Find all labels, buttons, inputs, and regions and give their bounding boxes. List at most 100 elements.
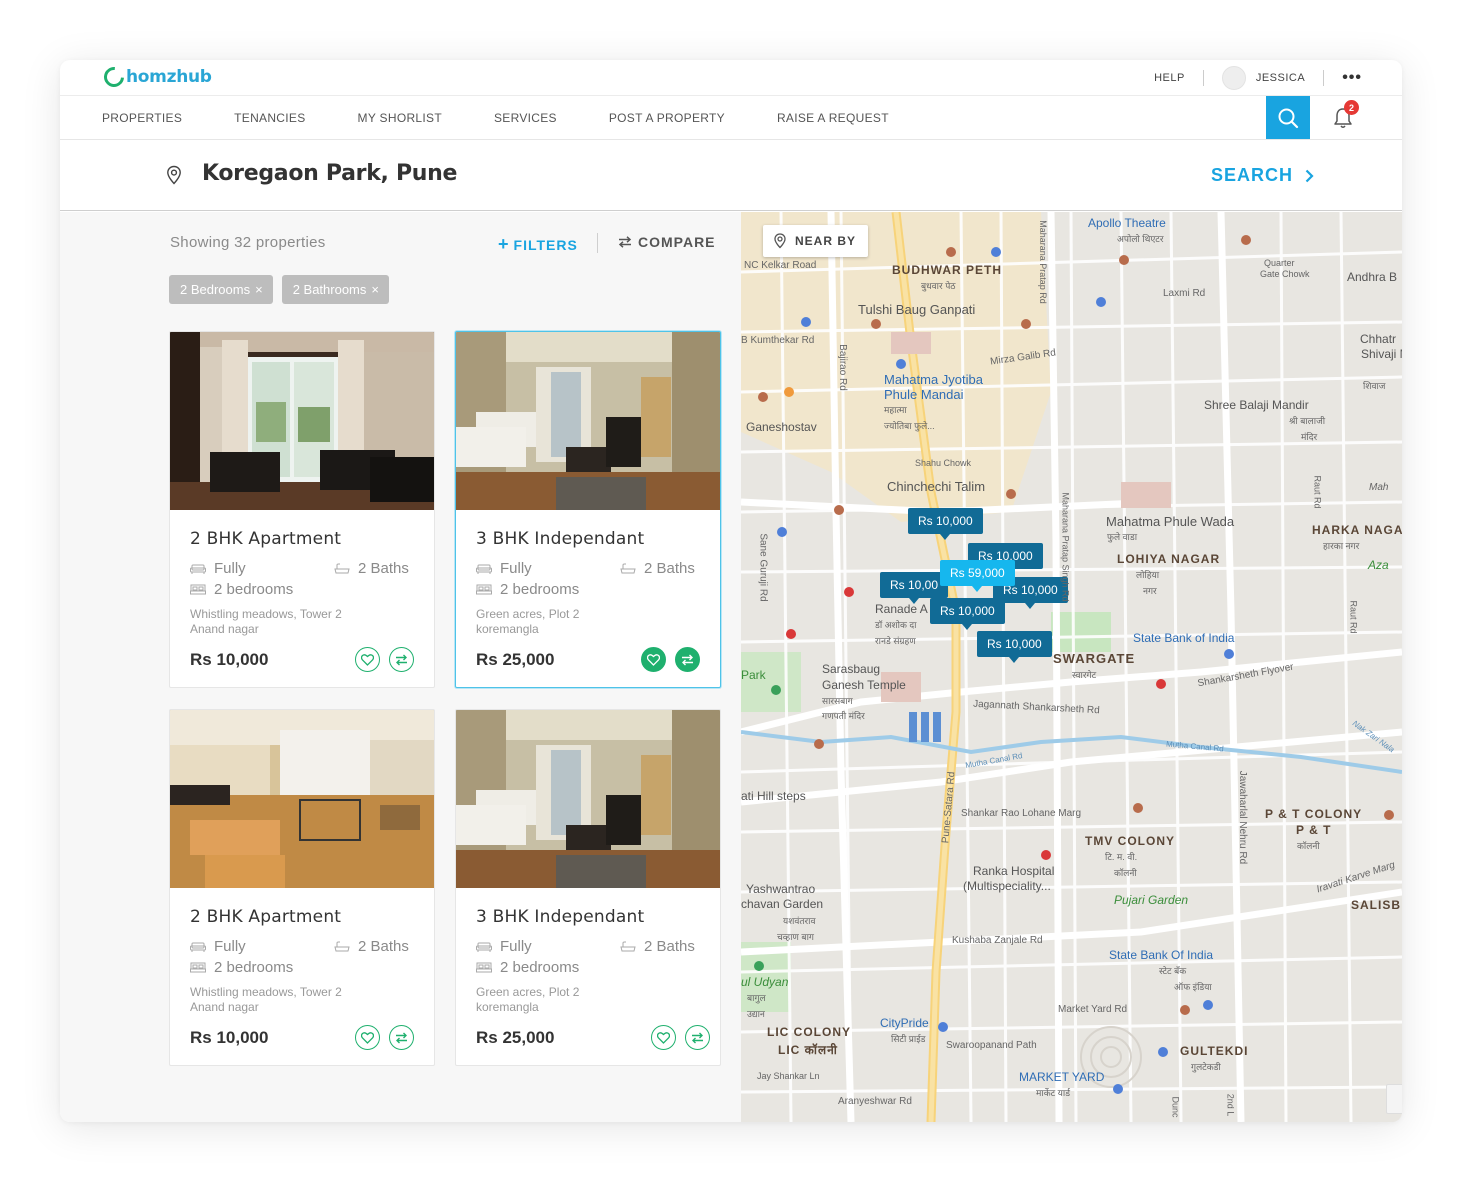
map-label: चव्हाण बाग [777, 932, 814, 942]
map-label: Apollo Theatre [1088, 216, 1166, 230]
map-label: Shankar Rao Lohane Marg [961, 808, 1082, 819]
filters-label: FILTERS [513, 237, 578, 253]
baths-label: 2 Baths [358, 560, 409, 577]
property-photo [456, 710, 720, 888]
nearby-label: NEAR BY [795, 234, 857, 248]
location-bar: Koregaon Park, Pune SEARCH [60, 140, 1402, 211]
property-price: Rs 10,000 [190, 1028, 269, 1047]
map-view[interactable]: NEAR BY Rs 10,000 Rs 10,000 Rs 10,00 Rs … [741, 212, 1402, 1122]
property-price: Rs 10,000 [190, 650, 269, 669]
map-label: अपोलो थिएटर [1117, 234, 1164, 244]
compare-button[interactable]: COMPARE [618, 234, 716, 250]
search-location-button[interactable]: SEARCH [1211, 165, 1314, 186]
map-label: यशवंतराव [783, 916, 816, 926]
map-label: Sarasbaug [822, 662, 881, 676]
heart-icon [647, 653, 660, 666]
property-list-panel: Showing 32 properties + FILTERS COMPARE 2… [60, 212, 741, 1122]
user-name[interactable]: JESSICA [1256, 72, 1305, 84]
price-marker-active[interactable]: Rs 59,000 [940, 560, 1015, 592]
nav-item-raise-request[interactable]: RAISE A REQUEST [777, 111, 889, 125]
shortlist-button[interactable] [641, 647, 666, 672]
map-label: टि. म. वी. [1105, 852, 1138, 862]
map-label: Ganesh Temple [822, 678, 906, 692]
nav-item-tenancies[interactable]: TENANCIES [234, 111, 305, 125]
avatar[interactable] [1221, 66, 1246, 90]
shortlist-button[interactable] [355, 647, 380, 672]
map-label: मार्केट यार्ड [1036, 1088, 1071, 1098]
property-card[interactable]: 2 BHK Apartment Fully 2 Baths 2 bedrooms… [169, 709, 435, 1066]
map-label: महात्मा [884, 405, 907, 415]
chip-label: 2 Bedrooms [180, 282, 251, 297]
map-label: ज्योतिबा फुले... [884, 421, 935, 431]
brand-name: homzhub [126, 67, 212, 87]
bedrooms-label: 2 bedrooms [500, 581, 580, 598]
help-link[interactable]: HELP [1154, 72, 1185, 84]
bed-icon [476, 962, 492, 972]
remove-chip-icon[interactable]: × [255, 282, 263, 297]
map-label: LIC कॉलनी [778, 1043, 838, 1057]
address-line: koremangla [476, 1000, 539, 1014]
brand-logo[interactable]: homzhub [99, 62, 212, 92]
map-label: Phule Mandai [884, 387, 964, 402]
map-label: P & T [1296, 823, 1332, 837]
price-marker[interactable]: Rs 10,00 [880, 572, 949, 604]
nearby-button[interactable]: NEAR BY [763, 225, 869, 257]
compare-icon [618, 236, 632, 248]
baths: 2 Baths [334, 560, 409, 577]
filters-button[interactable]: + FILTERS [498, 234, 578, 255]
map-label: कॉलनी [1114, 868, 1137, 878]
bed-icon [190, 962, 206, 972]
search-button[interactable] [1266, 96, 1310, 139]
search-label: SEARCH [1211, 165, 1294, 185]
property-card[interactable]: 2 BHK Apartment Fully 2 Baths 2 bedrooms… [169, 331, 435, 688]
address-line: Green acres, Plot 2 [476, 985, 580, 999]
compare-toggle-button[interactable] [685, 1025, 710, 1050]
bathtub-icon [334, 563, 350, 573]
address-line: Green acres, Plot 2 [476, 607, 580, 621]
filter-chip-bathrooms[interactable]: 2 Bathrooms × [281, 275, 389, 304]
filter-chip-bedrooms[interactable]: 2 Bedrooms × [169, 275, 273, 304]
price-marker[interactable]: Rs 10,000 [977, 631, 1052, 663]
property-card[interactable]: 3 BHK Independant Fully 2 Baths 2 bedroo… [455, 709, 721, 1066]
compare-toggle-button[interactable] [675, 647, 700, 672]
nav-item-properties[interactable]: PROPERTIES [102, 111, 182, 125]
remove-chip-icon[interactable]: × [371, 282, 379, 297]
compare-toggle-button[interactable] [389, 1025, 414, 1050]
map-label: रानडे संग्रहण [875, 636, 916, 646]
furnishing-label: Fully [214, 560, 246, 577]
map-label: Aza [1368, 558, 1389, 572]
nav-item-shortlist[interactable]: MY SHORLIST [358, 111, 442, 125]
more-options-icon[interactable]: ••• [1342, 69, 1362, 87]
baths-label: 2 Baths [644, 560, 695, 577]
location-input[interactable]: Koregaon Park, Pune [202, 161, 457, 186]
divider [1202, 70, 1204, 86]
map-label: गुलटेकडी [1191, 1062, 1221, 1072]
active-filter-chips: 2 Bedrooms × 2 Bathrooms × [169, 275, 398, 304]
address-line: Anand nagar [190, 1000, 259, 1014]
location-pin-icon [167, 165, 181, 185]
map-label: सिटी प्राईड [891, 1034, 926, 1044]
map-label: P & T COLONY [1265, 807, 1363, 821]
nav-item-post-property[interactable]: POST A PROPERTY [609, 111, 725, 125]
compare-toggle-button[interactable] [389, 647, 414, 672]
map-label: उद्यान [747, 1009, 765, 1019]
map-label: Dunc [1170, 1096, 1181, 1118]
price-marker[interactable]: Rs 10,000 [908, 508, 983, 540]
results-count: Showing 32 properties [170, 234, 326, 251]
property-card-selected[interactable]: 3 BHK Independant Fully 2 Baths 2 bedroo… [455, 331, 721, 688]
notifications-button[interactable]: 2 [1330, 100, 1359, 132]
app-window: homzhub HELP JESSICA ••• PROPERTIES TENA… [60, 60, 1402, 1122]
baths-label: 2 Baths [358, 938, 409, 955]
nav-item-services[interactable]: SERVICES [494, 111, 557, 125]
compare-label: COMPARE [638, 234, 716, 250]
user-menu-area: HELP JESSICA ••• [1154, 60, 1362, 96]
price-marker[interactable]: Rs 10,000 [930, 598, 1005, 630]
shortlist-button[interactable] [651, 1025, 676, 1050]
street-view-pegman-icon[interactable] [1386, 1084, 1402, 1114]
shortlist-button[interactable] [355, 1025, 380, 1050]
sofa-icon [190, 564, 206, 574]
bedrooms-label: 2 bedrooms [500, 959, 580, 976]
furnishing: Fully [476, 938, 532, 955]
map-label: Pujari Garden [1114, 893, 1189, 907]
property-address: Whistling meadows, Tower 2 Anand nagar [190, 985, 390, 1015]
